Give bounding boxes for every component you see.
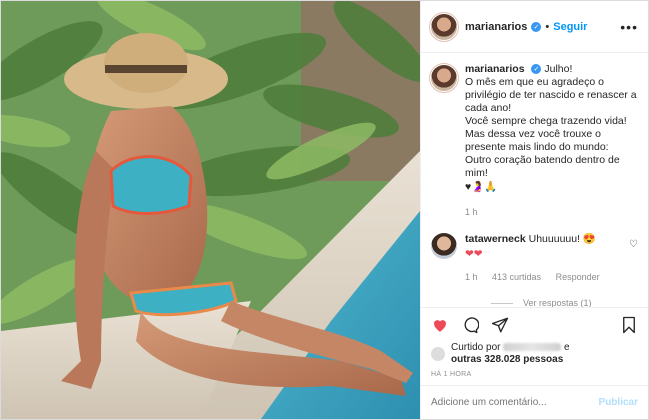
action-bar — [421, 307, 648, 341]
comment-body: tatawerneck Uhuuuuuu! 😍 ❤❤ 1 h 413 curti… — [465, 233, 630, 284]
caption-username[interactable]: marianarios — [465, 63, 525, 75]
add-comment-bar: Publicar — [421, 385, 648, 419]
post-timestamp[interactable]: HÁ 1 HORA — [421, 367, 648, 385]
comment-likes[interactable]: 413 curtidas — [492, 272, 541, 282]
comment-like-heart-icon[interactable]: ♡ — [629, 239, 638, 250]
caption-emojis: ♥🤰🙏 — [465, 181, 498, 193]
instagram-post: marianarios ✓ • Seguir ••• marianarios ✓… — [0, 0, 649, 420]
likes-others[interactable]: outras 328.028 pessoas — [451, 354, 563, 365]
share-icon[interactable] — [491, 316, 509, 334]
post-header: marianarios ✓ • Seguir ••• — [421, 1, 648, 53]
comments-section: marianarios ✓ Julho! O mês em que eu agr… — [421, 53, 648, 307]
verified-badge-icon: ✓ — [531, 21, 542, 32]
reply-button[interactable]: Responder — [556, 272, 600, 282]
follow-button[interactable]: Seguir — [553, 21, 587, 33]
caption-age: 1 h — [465, 207, 478, 217]
commenter-username[interactable]: tatawerneck — [465, 233, 526, 245]
verified-badge-icon: ✓ — [531, 64, 542, 75]
separator-dot: • — [545, 20, 550, 33]
view-replies[interactable]: Ver respostas (1) — [491, 298, 638, 307]
author-avatar[interactable] — [431, 13, 457, 40]
likes-suffix: e — [564, 342, 570, 353]
commenter-avatar[interactable] — [431, 233, 457, 259]
view-replies-label[interactable]: Ver respostas (1) — [523, 298, 592, 307]
caption: marianarios ✓ Julho! O mês em que eu agr… — [431, 63, 638, 219]
comment-input[interactable] — [431, 397, 599, 408]
view-replies-line — [491, 302, 513, 304]
caption-text: Julho! O mês em que eu agradeço o privil… — [465, 63, 637, 179]
likes-text: Curtido por e outras 328.028 pessoas — [451, 342, 570, 366]
caption-meta: 1 h — [465, 206, 638, 219]
comment-age: 1 h — [465, 272, 478, 282]
post-image — [1, 1, 420, 419]
author-username[interactable]: marianarios — [465, 21, 527, 33]
publish-button[interactable]: Publicar — [599, 397, 638, 408]
post-photo[interactable] — [1, 1, 420, 419]
caption-avatar[interactable] — [431, 65, 457, 91]
post-sidebar: marianarios ✓ • Seguir ••• marianarios ✓… — [420, 1, 648, 419]
comment-meta: 1 h 413 curtidas Responder — [465, 271, 630, 284]
heart-icon[interactable] — [431, 316, 449, 334]
likes-prefix: Curtido por — [451, 342, 501, 353]
bookmark-icon[interactable] — [620, 316, 638, 334]
likes-summary: Curtido por e outras 328.028 pessoas — [421, 341, 648, 367]
liker-username-blurred[interactable] — [503, 343, 562, 352]
comment-icon[interactable] — [461, 316, 479, 334]
more-options-icon[interactable]: ••• — [620, 19, 638, 35]
caption-body: marianarios ✓ Julho! O mês em que eu agr… — [465, 63, 638, 219]
comment-hearts: ❤❤ — [465, 248, 483, 260]
comment-text: Uhuuuuuu! 😍 — [528, 233, 596, 245]
liker-avatar[interactable] — [431, 347, 445, 361]
comment-item: tatawerneck Uhuuuuuu! 😍 ❤❤ 1 h 413 curti… — [431, 233, 638, 284]
